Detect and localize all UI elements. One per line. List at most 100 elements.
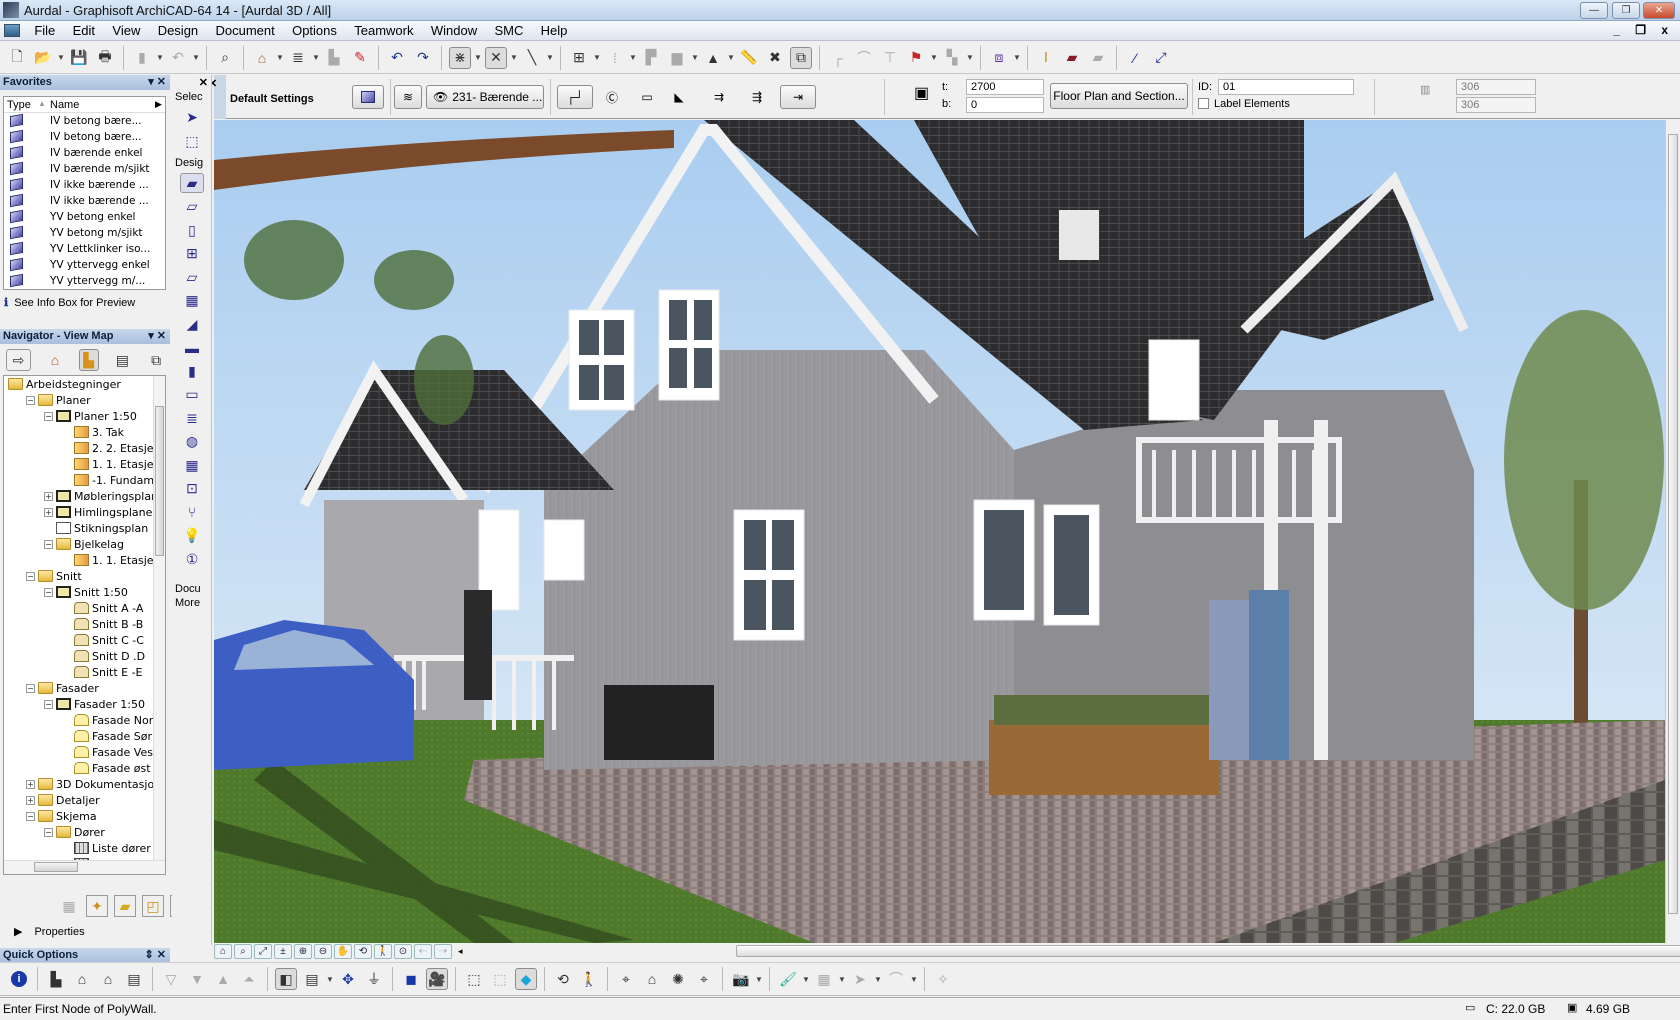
3d-settings-dropdown[interactable]: ▼ xyxy=(325,975,335,984)
paint-brush-icon[interactable]: 🖌 xyxy=(777,968,799,990)
tree-node[interactable]: − Skjema xyxy=(26,810,97,826)
elevate-icon[interactable]: ▙ xyxy=(323,47,345,69)
bottom-height-field[interactable]: 0 xyxy=(966,97,1044,113)
3d-settings-icon[interactable]: ▤ xyxy=(301,968,323,990)
reference-line-center-button[interactable]: ⇶ xyxy=(744,85,770,109)
tree-node[interactable]: Snitt D .D xyxy=(62,650,145,666)
3d-view-canvas[interactable] xyxy=(214,120,1665,943)
toolbox-close[interactable]: ✕ xyxy=(199,76,208,89)
menu-help[interactable]: Help xyxy=(534,21,575,40)
document-window-controls[interactable]: _ ❐ x xyxy=(1613,23,1674,37)
tree-node[interactable]: Snitt B -B xyxy=(62,618,143,634)
offset-icon[interactable]: ⧈ xyxy=(988,47,1010,69)
arrow-tool-icon[interactable]: ➤ xyxy=(180,107,204,127)
favorite-item[interactable]: IV ikke bærende ... xyxy=(4,177,165,193)
previous-zoom-icon[interactable]: ⇠ xyxy=(414,944,432,959)
beam-tool-icon[interactable]: ▬ xyxy=(180,338,204,358)
collapse-icon[interactable]: − xyxy=(44,588,53,597)
ruler-icon[interactable]: 📏 xyxy=(738,47,760,69)
undo-icon[interactable]: ↶ xyxy=(386,47,408,69)
solid-ops-dropdown[interactable]: ▼ xyxy=(909,975,919,984)
redo-icon[interactable]: ↷ xyxy=(412,47,434,69)
favorite-item[interactable]: YV betong enkel xyxy=(4,209,165,225)
close-button[interactable]: ✕ xyxy=(1643,2,1675,19)
orbit-icon[interactable]: ⟲ xyxy=(354,944,372,959)
tree-node[interactable]: + Møbleringsplaner xyxy=(44,490,165,506)
reference-line-left-button[interactable]: ⇉ xyxy=(706,85,732,109)
expand-icon[interactable]: + xyxy=(44,492,53,501)
top-arrow-icon[interactable]: ⏶ xyxy=(238,968,260,990)
down-arrow-2-icon[interactable]: ▼ xyxy=(186,968,208,990)
tree-node[interactable]: Fasade Nord xyxy=(62,714,160,730)
tree-node[interactable]: Fasade Sør xyxy=(62,730,152,746)
tree-node[interactable]: − Bjelkelag xyxy=(44,538,124,554)
wall-tool-icon[interactable]: ▰ xyxy=(180,173,204,193)
gravity-icon[interactable]: ✕ xyxy=(485,46,507,69)
label-elements-checkbox[interactable] xyxy=(1198,98,1209,109)
tree-node[interactable]: Fasade Vest xyxy=(62,746,157,762)
trapezoid-wall-button[interactable]: ◣ xyxy=(666,85,692,109)
print-icon[interactable]: 🖶 xyxy=(94,47,116,69)
cross-icon[interactable]: ✖ xyxy=(764,47,786,69)
reference-line-right-button[interactable]: ⇥ xyxy=(780,85,816,109)
zoom-plus-minus-icon[interactable]: ± xyxy=(274,944,292,959)
texture-dropdown[interactable]: ▼ xyxy=(837,975,847,984)
lamp-tool-icon[interactable]: 💡 xyxy=(180,526,204,546)
gravity-dropdown[interactable]: ▼ xyxy=(509,53,519,62)
perspective-camera-icon[interactable]: 🎥 xyxy=(426,968,448,990)
curtain-grid-tool-icon[interactable]: ▦ xyxy=(180,455,204,475)
favorite-item[interactable]: YV yttervegg m/... xyxy=(4,273,165,289)
stair-tool-icon[interactable]: ▭ xyxy=(180,385,204,405)
fit-in-window-icon[interactable]: ⤢ xyxy=(254,944,272,959)
zoom-fit-icon[interactable]: ⊙ xyxy=(394,944,412,959)
favorite-item[interactable]: YV yttervegg enkel xyxy=(4,257,165,273)
label-tool-icon[interactable]: ① xyxy=(180,549,204,569)
camera-icon[interactable]: 📷 xyxy=(730,968,752,990)
favorite-item[interactable]: IV betong bære... xyxy=(4,129,165,145)
tree-node[interactable]: Snitt C -C xyxy=(62,634,144,650)
save-icon[interactable]: 💾 xyxy=(68,47,90,69)
project-map-button[interactable]: ⌂ xyxy=(45,349,65,371)
tree-node[interactable]: + Detaljer xyxy=(26,794,100,810)
document-section-label[interactable]: Docu xyxy=(175,583,201,595)
tree-node[interactable]: 2. 2. Etasje xyxy=(62,442,154,458)
magic-icon[interactable]: ✧ xyxy=(932,968,954,990)
marquee-tool-icon[interactable]: ⬚ xyxy=(180,131,204,151)
zoom-in-icon[interactable]: ⊕ xyxy=(294,944,312,959)
collapse-icon[interactable]: − xyxy=(44,412,53,421)
curve-icon[interactable]: ⌒ xyxy=(853,47,875,69)
shading-icon[interactable]: ◆ xyxy=(515,968,537,990)
eyedropper-icon[interactable]: ⁄ xyxy=(1124,47,1146,69)
go-down-story-icon[interactable]: ⌂ xyxy=(97,968,119,990)
pen-icon[interactable]: ✎ xyxy=(349,47,371,69)
gravity-weight-icon[interactable]: ▲ xyxy=(702,47,724,69)
3d-window-icon[interactable]: ◧ xyxy=(275,968,297,990)
trim-icon[interactable]: ▛ xyxy=(640,47,662,69)
filter-icon[interactable]: ⏚ xyxy=(363,968,385,990)
tree-horizontal-scrollbar[interactable] xyxy=(4,860,165,874)
zoom-out-icon[interactable]: ⊖ xyxy=(314,944,332,959)
layers-icon[interactable]: ⌂ xyxy=(251,47,273,69)
view-map-button[interactable]: ▙ xyxy=(78,349,99,371)
stack-dropdown[interactable]: ▼ xyxy=(311,53,321,62)
pan-icon[interactable]: ✋ xyxy=(334,944,352,959)
tree-node[interactable]: +3D Dokumentasjon xyxy=(26,778,161,794)
quick-options-header[interactable]: Quick Options ⇕ ✕ xyxy=(0,948,170,963)
layer-settings-button[interactable]: ≋ xyxy=(394,85,422,109)
align-dropdown[interactable]: ▼ xyxy=(965,53,975,62)
survey-icon[interactable]: ⌖ xyxy=(693,968,715,990)
line-icon[interactable]: ╲ xyxy=(521,47,543,69)
layers-dropdown[interactable]: ▼ xyxy=(275,53,285,62)
floor-plan-view-icon[interactable]: ▙ xyxy=(45,968,67,990)
tree-node[interactable]: Snitt A -A xyxy=(62,602,143,618)
gravity-weight-dropdown[interactable]: ▼ xyxy=(726,53,736,62)
collapse-icon[interactable]: − xyxy=(26,396,35,405)
navigator-header[interactable]: Navigator - View Map ▾ ✕ xyxy=(0,329,170,344)
tree-vertical-scrollbar[interactable] xyxy=(153,376,165,860)
tree-node[interactable]: − Fasader xyxy=(26,682,99,698)
tree-scroll-thumb[interactable] xyxy=(155,406,164,556)
tree-node[interactable]: − Planer xyxy=(26,394,91,410)
tree-node[interactable]: 1. 1. Etasje bj xyxy=(62,554,165,570)
shell-tool-icon[interactable]: ≣ xyxy=(180,408,204,428)
curtain-wall-tool-icon[interactable]: ▱ xyxy=(180,197,204,217)
